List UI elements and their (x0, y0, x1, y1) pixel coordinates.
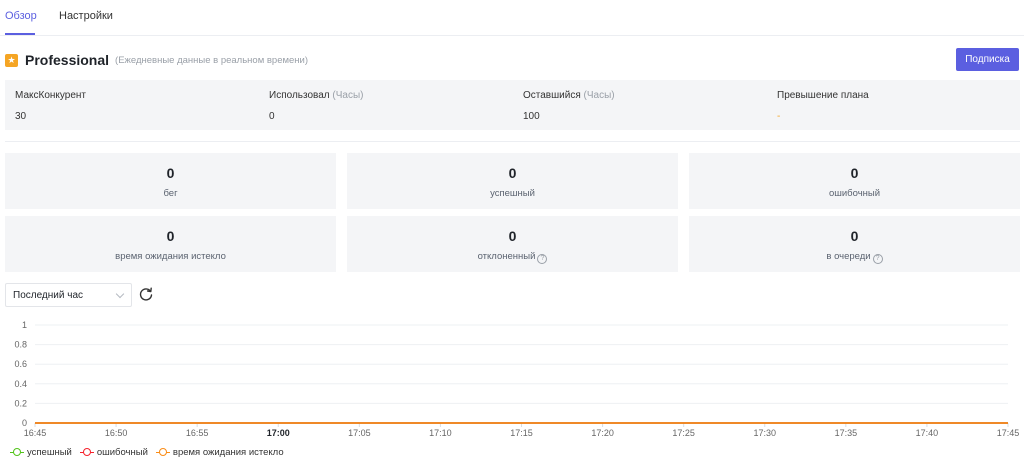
stat-label: в очереди? (689, 251, 1020, 264)
subscribe-button[interactable]: Подписка (956, 48, 1019, 71)
stat-value: 0 (850, 228, 859, 244)
y-tick-label: 0 (22, 418, 27, 428)
help-icon[interactable]: ? (537, 254, 548, 264)
plan-col-value: 100 (523, 111, 540, 122)
legend-label: успешный (27, 446, 72, 458)
plan-badge-icon: ★ (5, 53, 18, 67)
plan-col-overage: Превышение плана - (767, 80, 1020, 130)
y-tick-label: 0.4 (14, 379, 27, 389)
refresh-icon[interactable] (138, 286, 154, 302)
tab-overview[interactable]: Обзор (5, 10, 37, 22)
stat-label: бег (163, 188, 178, 199)
y-tick-label: 0.8 (14, 340, 27, 350)
plan-col-label: Превышение плана (777, 90, 869, 101)
x-tick-label: 17:30 (753, 428, 776, 438)
x-tick-label: 17:35 (835, 428, 858, 438)
x-tick-label: 17:00 (267, 428, 290, 438)
plan-col-label: МаксКонкурент (15, 90, 87, 101)
plan-name: Professional (25, 52, 110, 68)
plan-col-label: Использовал (269, 90, 330, 101)
plan-col-value: 30 (15, 111, 27, 122)
plan-col-unit: (Часы) (583, 90, 615, 101)
plan-col-value: 0 (269, 111, 275, 122)
legend-label: время ожидания истекло (172, 446, 284, 458)
stat-value: 0 (508, 228, 517, 244)
time-range-value: Последний час (13, 290, 84, 301)
stat-label: время ожидания истекло (115, 251, 226, 262)
plan-col-value: - (777, 111, 781, 122)
stat-value: 0 (166, 228, 175, 244)
legend-marker-icon (79, 447, 94, 457)
stat-label: ошибочный (828, 188, 881, 199)
chart-legend: успешный ошибочный время ожидания истекло (10, 445, 292, 459)
x-tick-label: 17:15 (510, 428, 533, 438)
x-tick-label: 17:20 (591, 428, 614, 438)
legend-item[interactable]: ошибочный (79, 446, 148, 458)
stat-card-queued: 0 в очереди? (689, 216, 1020, 272)
plan-summary: МаксКонкурент 30 Использовал (Часы) 0 Ос… (5, 80, 1020, 130)
plan-col-label: Оставшийся (523, 90, 581, 101)
legend-item[interactable]: успешный (10, 447, 72, 458)
stat-value: 0 (166, 165, 175, 181)
plan-col-max-concurrent: МаксКонкурент 30 (5, 80, 259, 130)
tab-settings[interactable]: Настройки (59, 10, 113, 22)
concurrency-line-chart: 0 0.2 0.4 0.6 0.8 1 16:45 16:50 16:55 17:00 17:05 1… (14, 320, 1020, 438)
legend-marker-icon (10, 447, 24, 457)
plan-header: ★ Professional (Ежедневные данные в реал… (5, 50, 308, 70)
stat-card-success: 0 успешный (347, 153, 678, 209)
x-tick-label: 16:55 (186, 428, 209, 438)
plan-note: (Ежедневные данные в реальном времени) (115, 54, 309, 66)
tab-bar: Обзор Настройки (0, 0, 1024, 36)
legend-label: ошибочный (96, 446, 148, 458)
stat-card-timeout: 0 время ожидания истекло (5, 216, 336, 272)
plan-col-unit: (Часы) (332, 90, 364, 101)
y-tick-label: 1 (22, 320, 27, 330)
time-range-select[interactable]: Последний час (5, 283, 132, 307)
help-icon[interactable]: ? (872, 254, 883, 264)
stat-card-error: 0 ошибочный (689, 153, 1020, 209)
active-tab-indicator (5, 33, 35, 35)
x-tick-label: 17:45 (997, 428, 1020, 438)
plan-col-used: Использовал (Часы) 0 (259, 80, 513, 130)
x-tick-label: 17:40 (916, 428, 939, 438)
legend-item[interactable]: время ожидания истекло (155, 446, 284, 458)
stat-label-text: в очереди (826, 251, 871, 262)
stat-label-text: отклоненный (477, 251, 536, 262)
stat-label: отклоненный? (347, 251, 678, 264)
x-tick-label: 16:50 (105, 428, 128, 438)
x-tick-label: 17:10 (429, 428, 452, 438)
legend-marker-icon (155, 447, 170, 457)
y-tick-label: 0.2 (14, 398, 27, 408)
chevron-down-icon (115, 289, 125, 299)
x-tick-label: 16:45 (24, 428, 47, 438)
stat-value: 0 (508, 165, 517, 181)
section-divider (5, 141, 1020, 142)
y-tick-label: 0.6 (14, 359, 27, 369)
x-tick-label: 17:25 (672, 428, 695, 438)
plan-col-remaining: Оставшийся (Часы) 100 (513, 80, 767, 130)
stat-card-running: 0 бег (5, 153, 336, 209)
stat-value: 0 (850, 165, 859, 181)
stat-label: успешный (490, 188, 535, 199)
x-tick-label: 17:05 (348, 428, 371, 438)
stat-card-rejected: 0 отклоненный? (347, 216, 678, 272)
